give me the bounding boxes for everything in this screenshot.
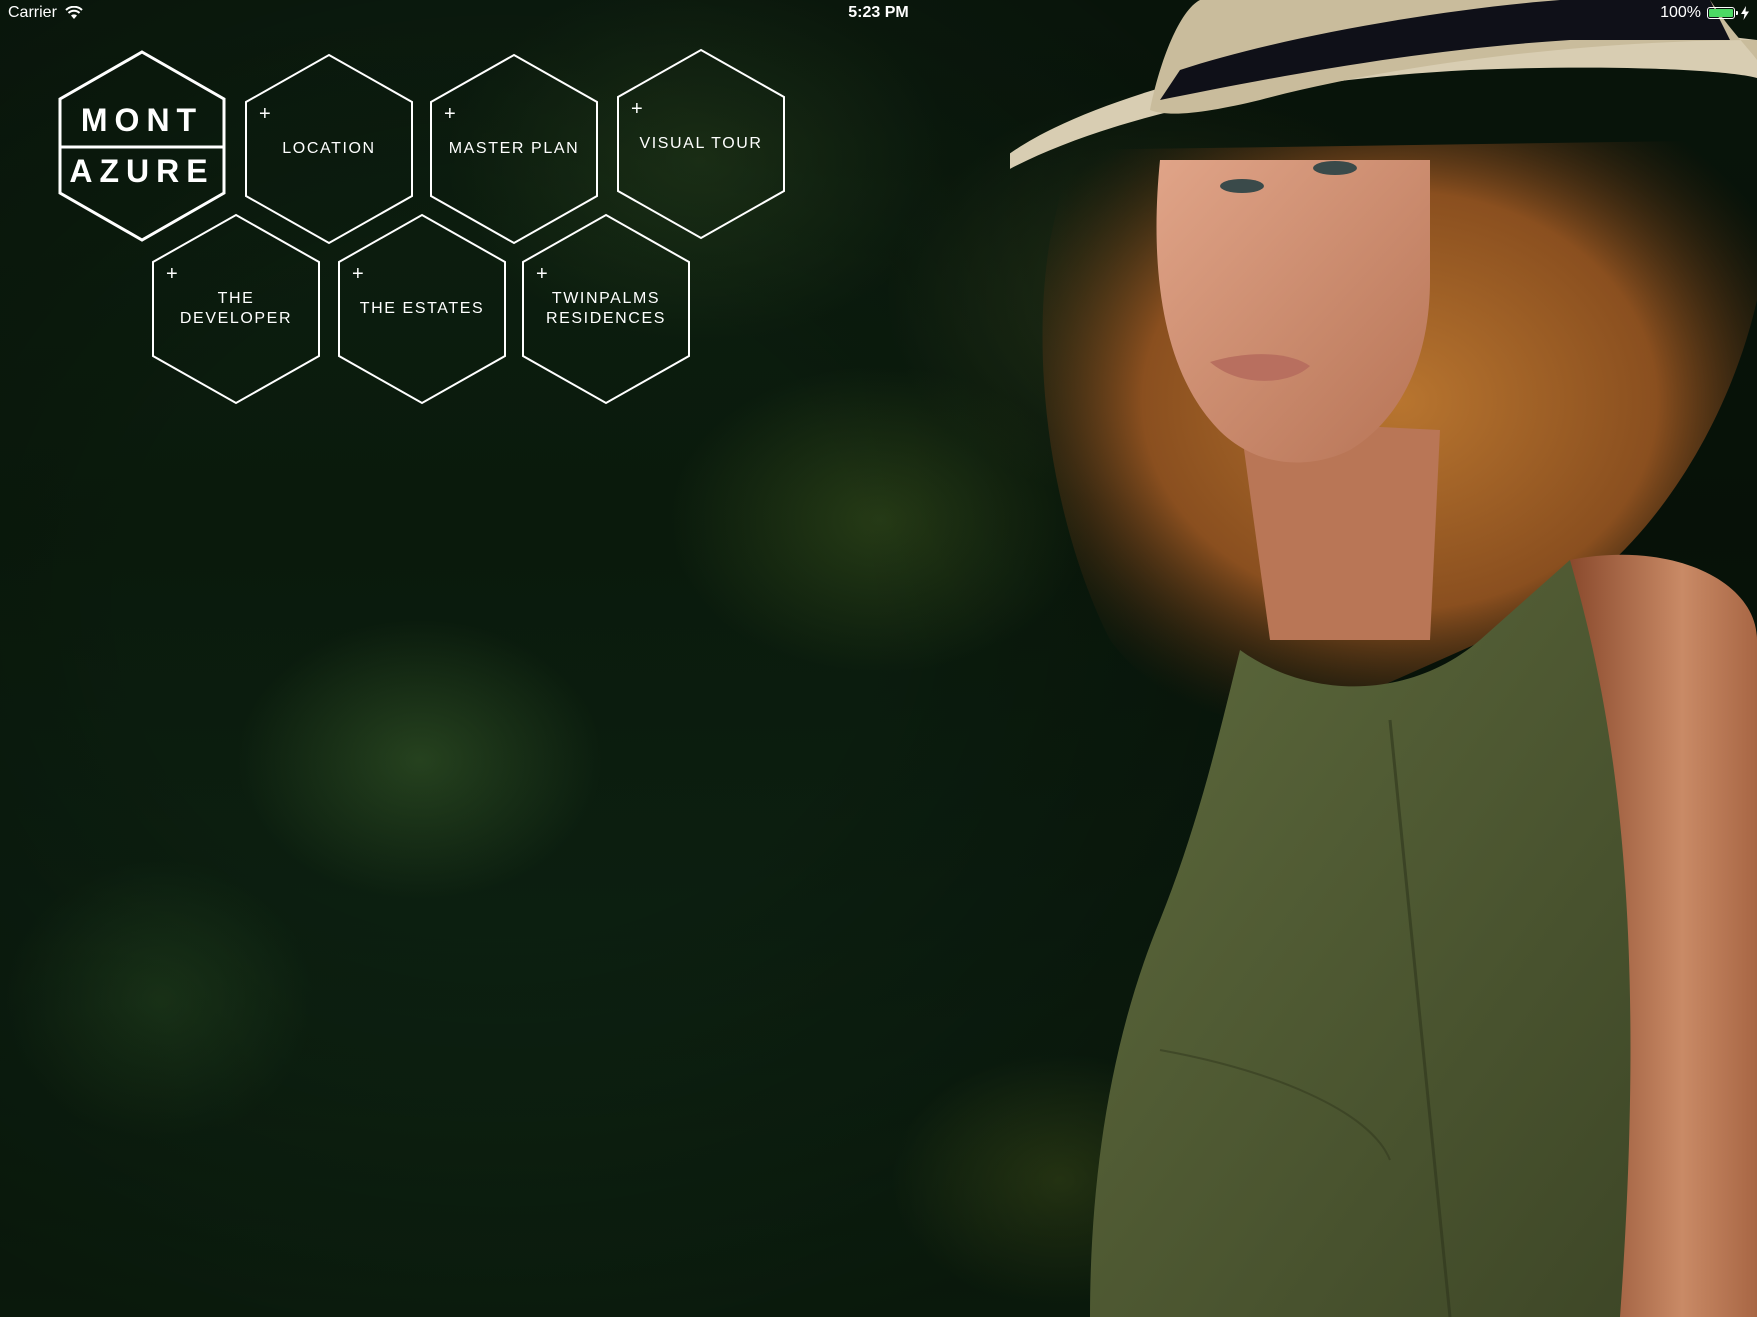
battery-icon: [1707, 7, 1738, 19]
plus-icon: +: [536, 263, 548, 285]
status-bar: Carrier 5:23 PM 100%: [0, 0, 1757, 28]
plus-icon: +: [631, 98, 643, 120]
menu-item-label: THE ESTATES: [359, 300, 485, 317]
plus-icon: +: [166, 263, 178, 285]
menu-item-label: MASTER PLAN: [448, 140, 580, 157]
plus-icon: +: [259, 103, 271, 125]
menu-item-label: THE DEVELOPER: [179, 290, 293, 327]
plus-icon: +: [352, 263, 364, 285]
charging-bolt-icon: [1741, 6, 1749, 20]
menu-item-the-estates[interactable]: + THE ESTATES: [338, 213, 506, 405]
menu-item-twinpalms-residences[interactable]: + TWINPALMS RESIDENCES: [522, 213, 690, 405]
menu-item-label: LOCATION: [282, 140, 376, 157]
menu-item-visual-tour[interactable]: + VISUAL TOUR: [617, 48, 785, 240]
app-screen: Carrier 5:23 PM 100% MONT AZURE + LOCATI…: [0, 0, 1757, 1317]
brand-line-1: MONT: [80, 102, 204, 138]
battery-status: 100%: [1660, 4, 1749, 22]
menu-item-label: TWINPALMS RESIDENCES: [545, 290, 667, 327]
menu-item-label: VISUAL TOUR: [639, 135, 763, 152]
clock: 5:23 PM: [848, 4, 909, 21]
battery-fill: [1709, 9, 1733, 17]
battery-percent: 100%: [1660, 4, 1701, 21]
menu-item-the-developer[interactable]: + THE DEVELOPER: [152, 213, 320, 405]
plus-icon: +: [444, 103, 456, 125]
model-photo: [1010, 0, 1757, 1317]
brand-line-2: AZURE: [69, 153, 215, 189]
